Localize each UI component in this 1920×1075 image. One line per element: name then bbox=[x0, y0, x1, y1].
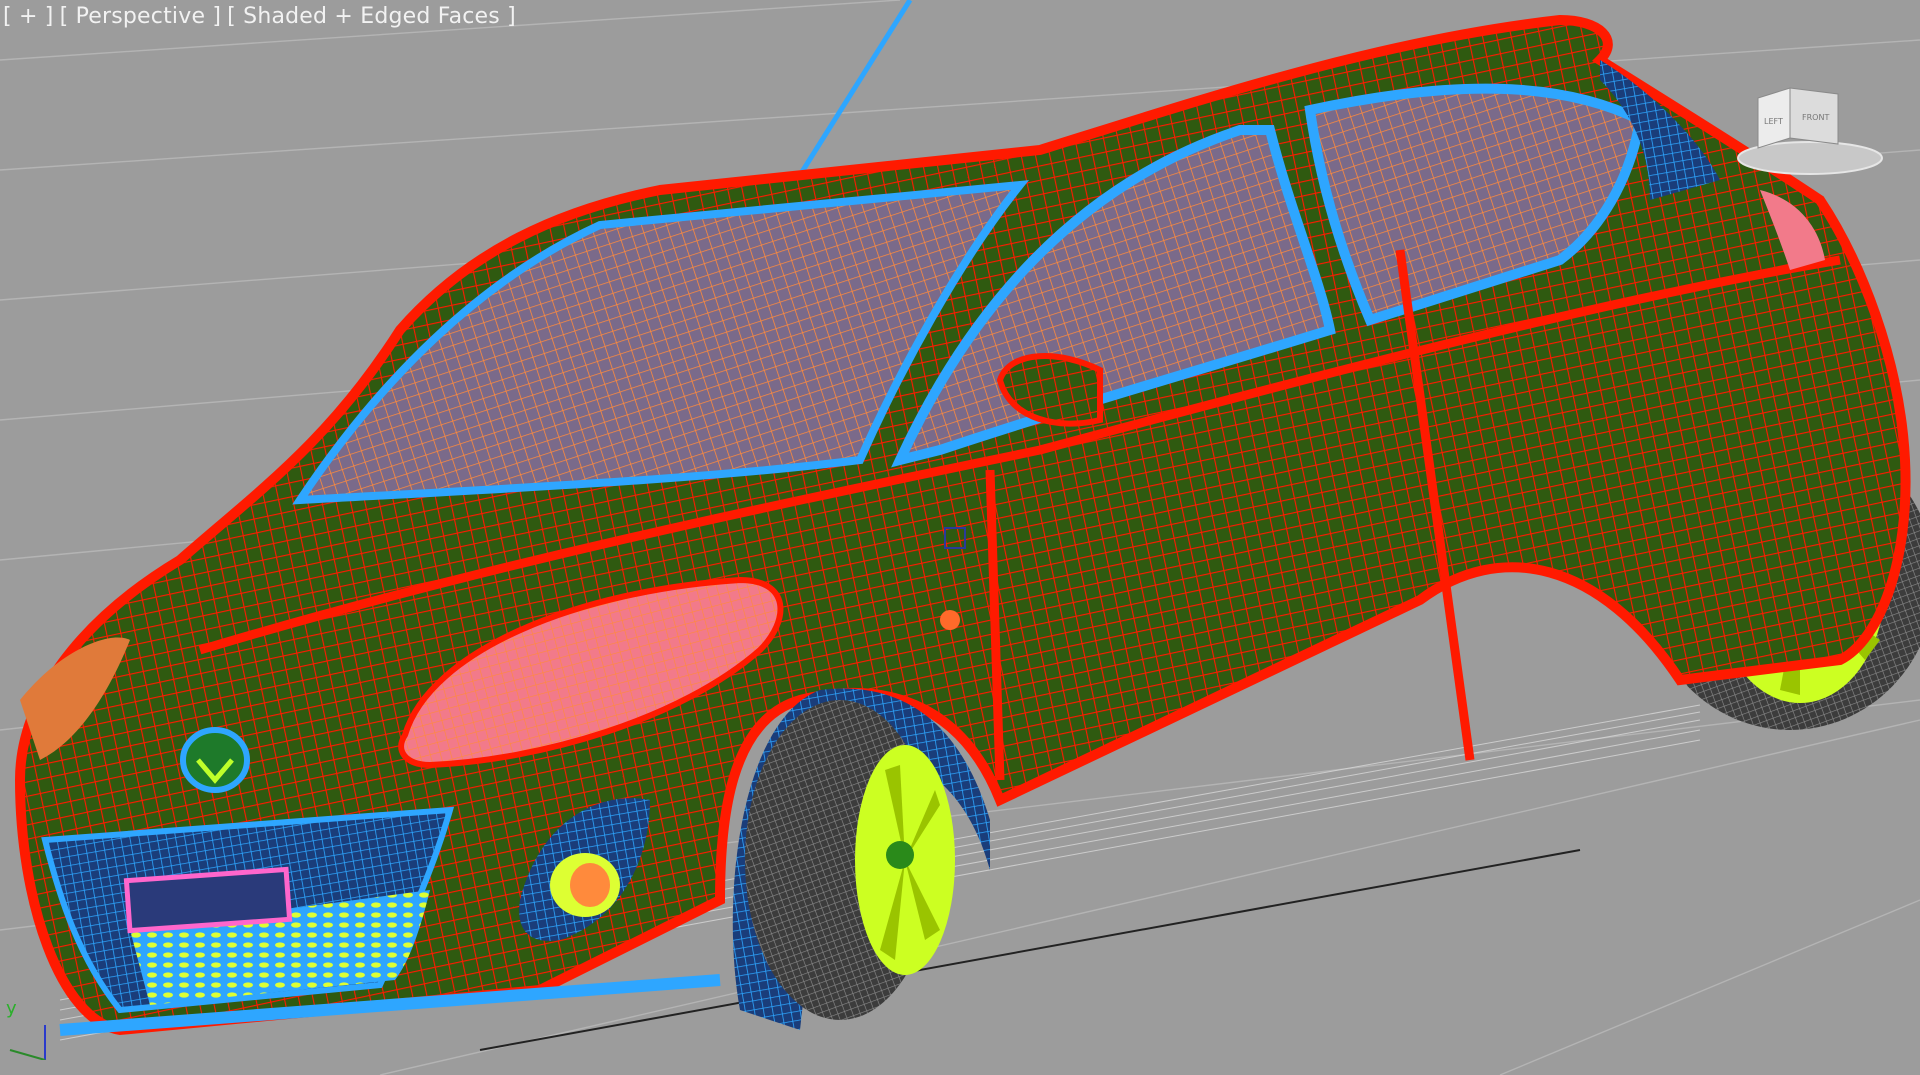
scene-canvas[interactable] bbox=[0, 0, 1920, 1075]
perspective-viewport[interactable]: [ + ] [ Perspective ] [ Shaded + Edged F… bbox=[0, 0, 1920, 1075]
antenna bbox=[797, 0, 913, 177]
shading-mode-button[interactable]: [ Shaded + Edged Faces ] bbox=[224, 4, 519, 29]
brand-badge bbox=[180, 727, 250, 793]
viewcube-icon[interactable]: LEFT FRONT bbox=[1730, 80, 1890, 180]
viewcube-front-label: FRONT bbox=[1802, 113, 1829, 122]
side-marker bbox=[940, 610, 960, 630]
viewport-menu-button[interactable]: [ + ] bbox=[0, 4, 57, 29]
front-wheel bbox=[732, 688, 990, 1030]
license-plate bbox=[123, 866, 293, 934]
viewcube-left-label: LEFT bbox=[1764, 117, 1783, 126]
axis-y-label: y bbox=[6, 998, 17, 1019]
view-type-button[interactable]: [ Perspective ] bbox=[57, 4, 225, 29]
viewport-label-bar: [ + ] [ Perspective ] [ Shaded + Edged F… bbox=[0, 0, 519, 32]
axis-tripod-icon: y bbox=[6, 998, 46, 1060]
